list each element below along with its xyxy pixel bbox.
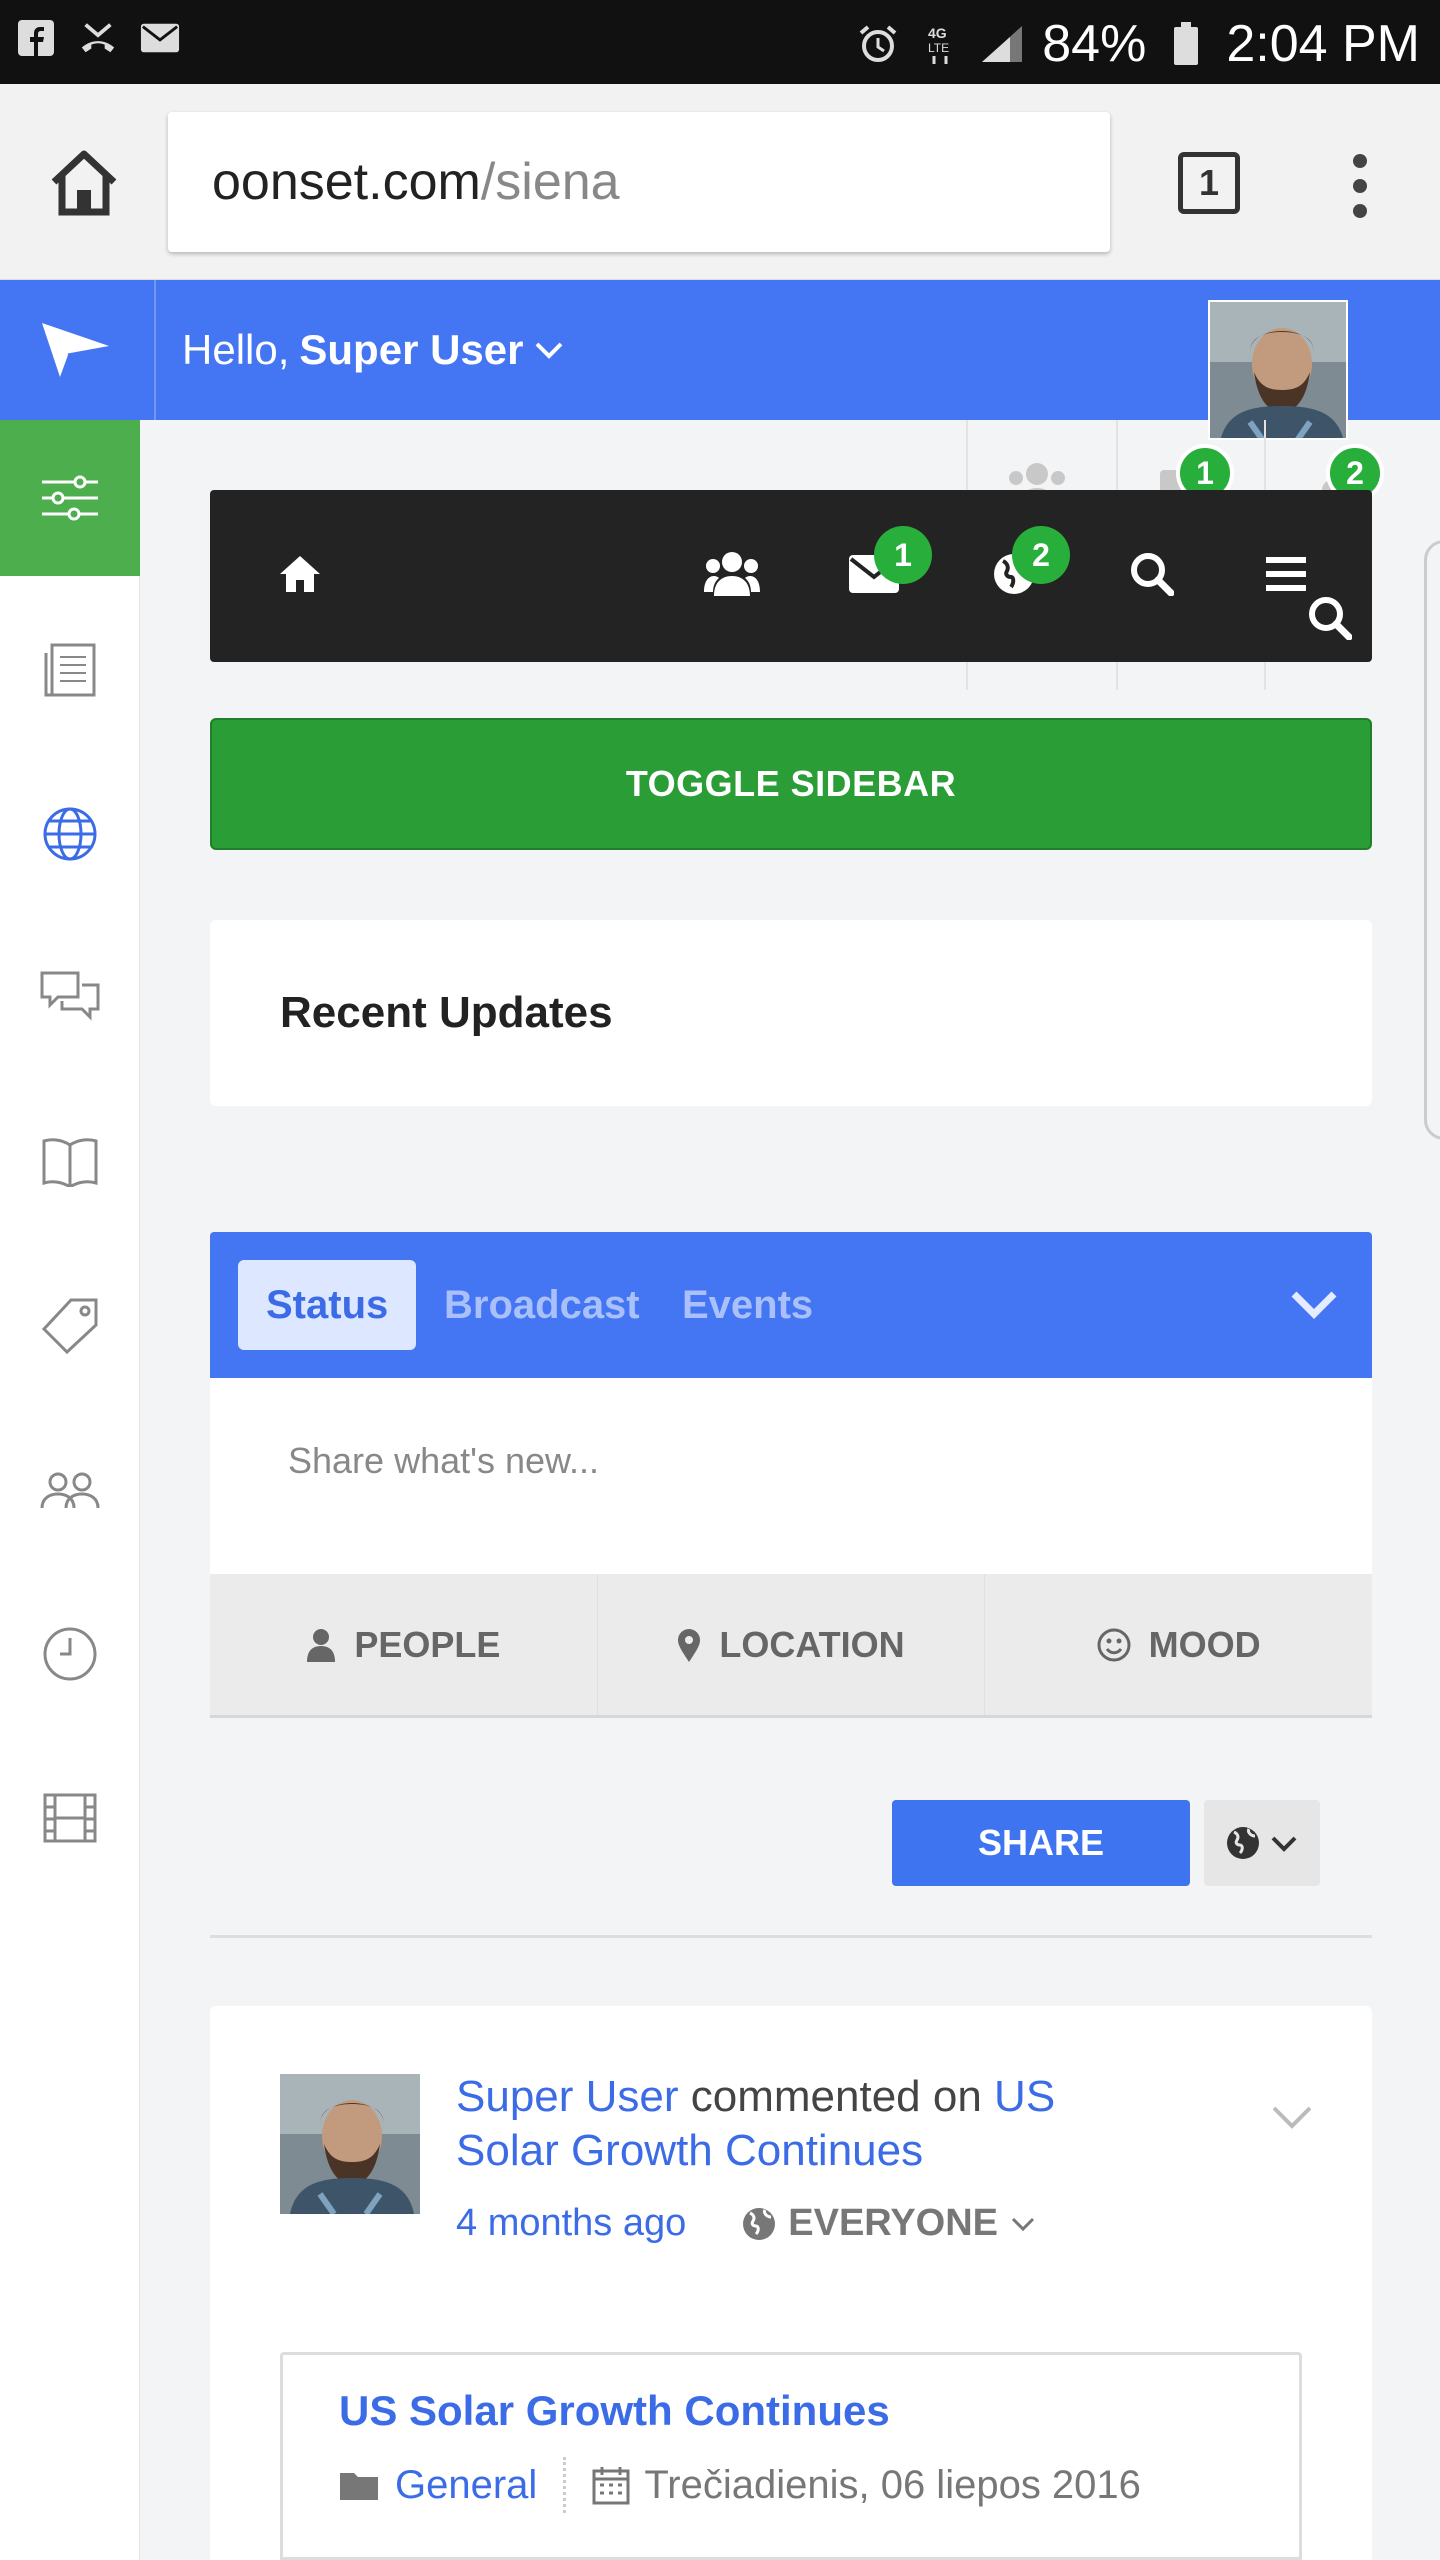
sidebar-item-conversations[interactable] bbox=[0, 920, 140, 1076]
clock: 2:04 PM bbox=[1226, 15, 1420, 73]
location-option[interactable]: LOCATION bbox=[598, 1574, 986, 1715]
map-pin-icon bbox=[678, 1628, 701, 1662]
scroll-edge bbox=[1424, 540, 1440, 1140]
main-nav: 1 2 bbox=[210, 490, 1372, 662]
globe-icon bbox=[43, 807, 97, 861]
mood-option[interactable]: MOOD bbox=[985, 1574, 1372, 1715]
location-label: LOCATION bbox=[719, 1623, 905, 1665]
svg-text:LTE: LTE bbox=[928, 41, 949, 55]
tab-switcher-button[interactable]: 1 bbox=[1178, 152, 1240, 214]
messages-badge: 1 bbox=[874, 526, 932, 584]
notifications-badge: 2 bbox=[1012, 526, 1070, 584]
home-icon[interactable] bbox=[46, 144, 122, 220]
greeting-text: Hello, bbox=[182, 326, 290, 373]
email-icon bbox=[140, 18, 180, 58]
paper-plane-logo-icon[interactable] bbox=[0, 280, 156, 420]
avatar[interactable] bbox=[1208, 300, 1348, 440]
home-icon[interactable] bbox=[270, 544, 330, 604]
sidebar-item-explore[interactable] bbox=[0, 756, 140, 912]
search-icon[interactable] bbox=[1122, 544, 1182, 604]
sidebar-item-history[interactable] bbox=[0, 1576, 140, 1732]
privacy-selector[interactable] bbox=[1204, 1800, 1320, 1886]
article-title-link[interactable]: US Solar Growth Continues bbox=[339, 2387, 890, 2435]
tab-broadcast[interactable]: Broadcast bbox=[416, 1260, 668, 1350]
tag-icon bbox=[41, 1298, 98, 1355]
chat-icon bbox=[40, 971, 100, 1021]
composer-options: PEOPLE LOCATION MOOD bbox=[210, 1574, 1372, 1718]
chevron-down-icon[interactable] bbox=[1286, 1276, 1342, 1332]
mood-label: MOOD bbox=[1148, 1623, 1261, 1665]
privacy-label: EVERYONE bbox=[788, 2202, 999, 2244]
sidebar-item-articles[interactable] bbox=[0, 592, 140, 748]
sliders-icon bbox=[42, 475, 98, 521]
book-icon bbox=[42, 1138, 98, 1187]
url-bar[interactable]: oonset.com/siena bbox=[168, 112, 1110, 252]
share-button[interactable]: SHARE bbox=[892, 1800, 1190, 1886]
facebook-icon bbox=[16, 18, 56, 58]
calendar-icon bbox=[592, 2467, 630, 2505]
battery-percent: 84% bbox=[1042, 15, 1147, 73]
globe-icon bbox=[743, 2207, 776, 2240]
person-icon bbox=[307, 1628, 336, 1662]
divider bbox=[563, 2457, 567, 2513]
avatar[interactable] bbox=[280, 2074, 420, 2214]
article-meta: General Trečiadienis, 06 liepos 2016 bbox=[339, 2457, 1141, 2513]
battery-icon bbox=[1164, 22, 1208, 66]
status-notification-icons bbox=[16, 18, 180, 58]
film-icon bbox=[43, 1793, 97, 1843]
timestamp-link[interactable]: 4 months ago bbox=[456, 2202, 686, 2245]
search-icon[interactable] bbox=[1306, 594, 1354, 642]
chevron-down-icon[interactable] bbox=[1268, 2092, 1316, 2140]
friends-icon[interactable] bbox=[702, 544, 762, 604]
sidebar-item-settings[interactable] bbox=[0, 420, 140, 576]
feed-headline: Super User commented on US Solar Growth … bbox=[456, 2070, 1136, 2178]
app-header: Hello, Super User bbox=[0, 280, 1440, 440]
sidebar-item-tags[interactable] bbox=[0, 1248, 140, 1404]
actor-link[interactable]: Super User bbox=[456, 2072, 679, 2121]
document-icon bbox=[44, 643, 96, 697]
folder-icon bbox=[340, 2473, 378, 2500]
chevron-down-icon bbox=[536, 342, 563, 359]
feed-item: Super User commented on US Solar Growth … bbox=[210, 2006, 1372, 2560]
category-link[interactable]: General bbox=[395, 2463, 537, 2508]
feed-meta: 4 months ago EVERYONE bbox=[456, 2202, 1036, 2245]
sidebar-item-videos[interactable] bbox=[0, 1740, 140, 1896]
tab-events[interactable]: Events bbox=[654, 1260, 841, 1350]
tab-status[interactable]: Status bbox=[238, 1260, 417, 1350]
browser-menu-icon[interactable] bbox=[1340, 148, 1380, 224]
globe-icon bbox=[1227, 1827, 1259, 1859]
people-label: PEOPLE bbox=[354, 1623, 501, 1665]
missed-call-icon bbox=[78, 18, 118, 58]
svg-text:4G: 4G bbox=[928, 25, 947, 41]
sidebar-item-groups[interactable] bbox=[0, 1412, 140, 1568]
sidebar-rail bbox=[0, 420, 140, 2560]
url-path: /siena bbox=[480, 153, 620, 211]
people-option[interactable]: PEOPLE bbox=[210, 1574, 598, 1715]
status-bar: 4G LTE 84% 2:04 PM bbox=[0, 0, 1440, 84]
toggle-sidebar-button[interactable]: TOGGLE SIDEBAR bbox=[210, 718, 1372, 850]
signal-icon bbox=[980, 22, 1024, 66]
clock-icon bbox=[43, 1627, 97, 1681]
status-input[interactable]: Share what's new... bbox=[210, 1378, 1372, 1574]
users-icon bbox=[40, 1472, 100, 1509]
smiley-icon bbox=[1097, 1628, 1131, 1661]
url-domain: oonset.com bbox=[212, 153, 481, 211]
chevron-down-icon bbox=[1271, 1836, 1297, 1852]
browser-toolbar: oonset.com/siena 1 bbox=[0, 84, 1440, 280]
alarm-icon bbox=[856, 22, 900, 66]
lte-icon: 4G LTE bbox=[918, 22, 962, 66]
embedded-article: US Solar Growth Continues General Trečia… bbox=[280, 2352, 1302, 2560]
recent-updates-heading: Recent Updates bbox=[210, 920, 1372, 1106]
user-menu[interactable]: Hello, Super User bbox=[182, 280, 565, 420]
privacy-dropdown[interactable]: EVERYONE bbox=[742, 2202, 1036, 2245]
action-text: commented on bbox=[678, 2072, 995, 2121]
sidebar-item-library[interactable] bbox=[0, 1084, 140, 1240]
story-composer: Status Broadcast Events Share what's new… bbox=[210, 1232, 1372, 1938]
article-date: Trečiadienis, 06 liepos 2016 bbox=[644, 2462, 1141, 2507]
composer-tabs: Status Broadcast Events bbox=[210, 1232, 1372, 1378]
chevron-down-icon bbox=[1011, 2217, 1035, 2231]
user-name: Super User bbox=[299, 326, 524, 373]
